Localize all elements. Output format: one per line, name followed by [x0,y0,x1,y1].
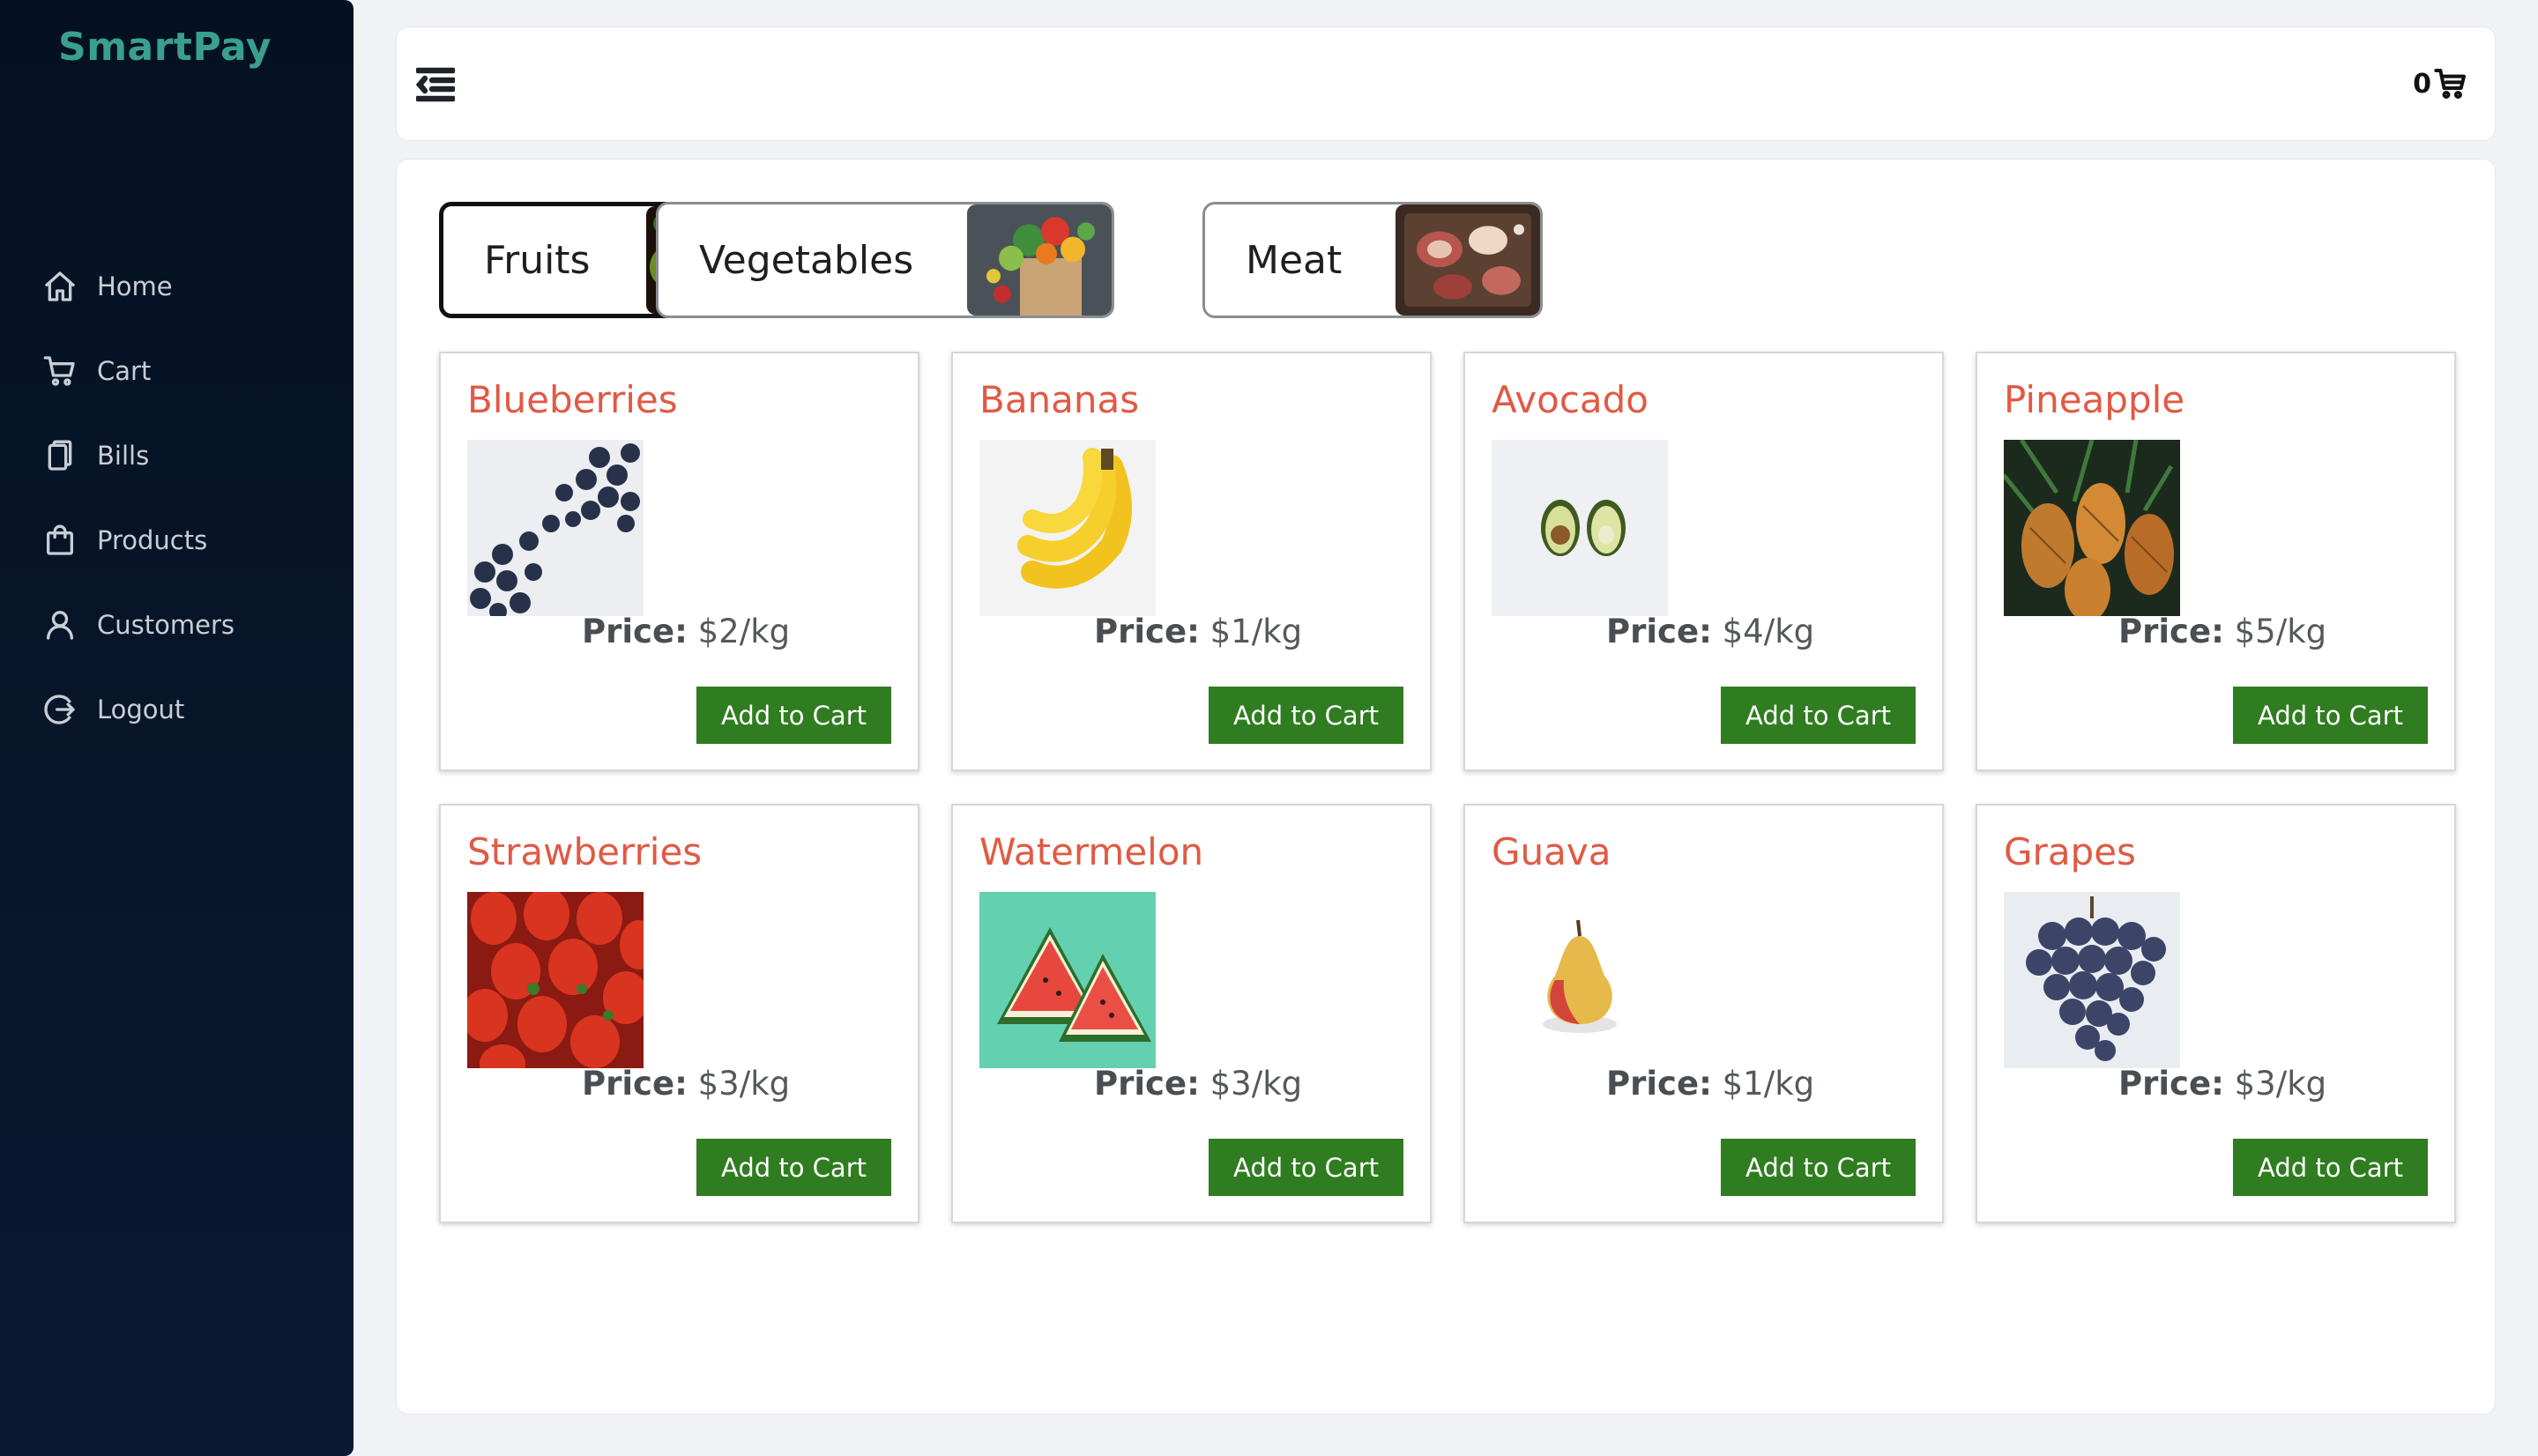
menu-collapse-icon[interactable] [414,67,457,102]
product-price: Price: $5/kg [2118,613,2327,650]
product-name: Blueberries [467,378,678,421]
product-card: Avocado Price: $4/kg Add to Cart [1463,352,1944,771]
product-price: Price: $1/kg [1094,613,1303,650]
product-name: Bananas [979,378,1140,421]
add-to-cart-button[interactable]: Add to Cart [2233,687,2428,744]
grapes-image [2004,892,2180,1068]
product-price: Price: $3/kg [1094,1065,1303,1103]
product-price: Price: $3/kg [2118,1065,2327,1103]
blueberries-image [467,440,644,616]
sidebar-item-logout[interactable]: Logout [41,687,234,732]
top-bar: 0 [396,26,2496,141]
sidebar: SmartPay Home Cart Bills Products Custom… [0,0,354,1456]
product-name: Avocado [1492,378,1649,421]
sidebar-item-cart[interactable]: Cart [41,349,234,393]
cart-icon [2434,69,2466,99]
product-price: Price: $3/kg [582,1065,791,1103]
add-to-cart-button[interactable]: Add to Cart [696,1139,891,1196]
brand-logo[interactable]: SmartPay [58,25,272,70]
sidebar-item-bills[interactable]: Bills [41,434,234,478]
category-tab-meat[interactable]: Meat [1202,202,1543,318]
avocado-image [1492,440,1668,616]
user-icon [41,605,79,644]
product-name: Pineapple [2004,378,2185,421]
add-to-cart-button[interactable]: Add to Cart [696,687,891,744]
product-price: Price: $1/kg [1606,1065,1815,1103]
add-to-cart-button[interactable]: Add to Cart [1209,687,1403,744]
guava-image [1492,892,1668,1068]
bag-icon [41,521,79,560]
product-price: Price: $4/kg [1606,613,1815,650]
product-card: Grapes Price: $3/kg Add to Cart [1976,804,2456,1223]
add-to-cart-button[interactable]: Add to Cart [1721,687,1916,744]
product-price: Price: $2/kg [582,613,791,650]
product-card: Blueberries Price: $2/kg Add to Cart [439,352,919,771]
sidebar-item-customers[interactable]: Customers [41,603,234,647]
watermelon-image [979,892,1156,1068]
product-card: Watermelon Price: $3/kg Add to Cart [951,804,1432,1223]
pineapple-image [2004,440,2180,616]
sidebar-nav: Home Cart Bills Products Customers Logou… [41,264,234,772]
category-label: Meat [1246,237,1343,283]
strawberries-image [467,892,644,1068]
sidebar-item-products[interactable]: Products [41,518,234,562]
bills-icon [41,436,79,475]
sidebar-item-label: Cart [97,356,152,386]
sidebar-item-label: Logout [97,695,185,724]
home-icon [41,267,79,306]
product-card: Guava Price: $1/kg Add to Cart [1463,804,1944,1223]
category-tab-vegetables[interactable]: Vegetables [656,202,1114,318]
cart-count-badge: 0 [2413,68,2431,100]
add-to-cart-button[interactable]: Add to Cart [1721,1139,1916,1196]
product-name: Grapes [2004,830,2136,873]
logout-icon [41,690,79,729]
product-name: Guava [1492,830,1611,873]
product-card: Pineapple Price: $5/kg Add to Cart [1976,352,2456,771]
main-panel: Fruits Vegetables Meat Blueberries Price… [396,159,2496,1415]
product-card: Bananas Price: $1/kg Add to Cart [951,352,1432,771]
add-to-cart-button[interactable]: Add to Cart [1209,1139,1403,1196]
sidebar-item-label: Home [97,271,173,301]
category-label: Vegetables [699,237,914,283]
sidebar-item-label: Customers [97,610,234,640]
bananas-image [979,440,1156,616]
meat-image [1396,204,1540,316]
sidebar-item-label: Products [97,525,208,555]
add-to-cart-button[interactable]: Add to Cart [2233,1139,2428,1196]
sidebar-item-home[interactable]: Home [41,264,234,308]
product-name: Strawberries [467,830,703,873]
cart-icon [41,352,79,390]
product-card: Strawberries Price: $3/kg Add to Cart [439,804,919,1223]
vegetables-image [967,204,1112,316]
sidebar-item-label: Bills [97,441,150,471]
header-cart-button[interactable]: 0 [2413,66,2468,101]
product-name: Watermelon [979,830,1204,873]
category-label: Fruits [484,237,591,283]
